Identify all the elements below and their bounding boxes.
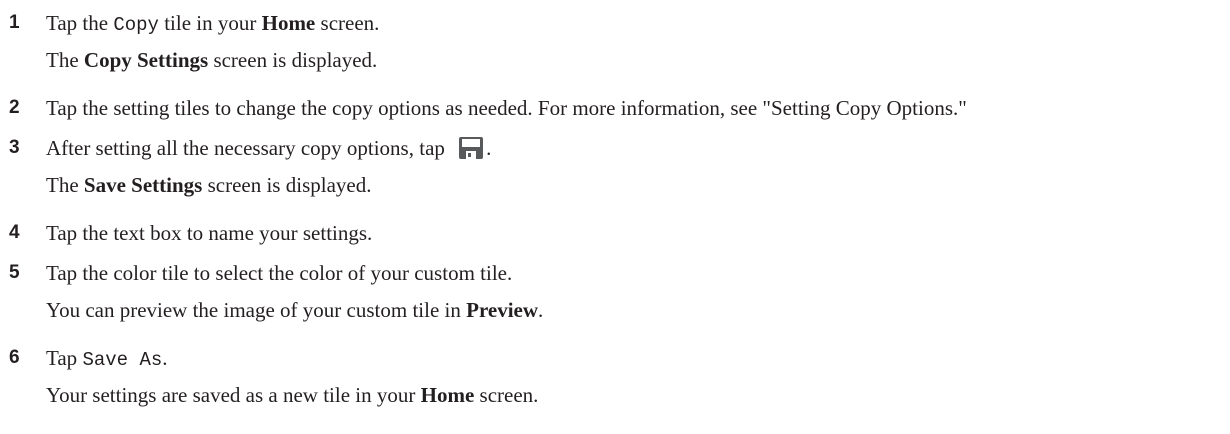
step-1-text-c: screen.	[315, 11, 380, 35]
step-number-3: 3	[9, 137, 20, 158]
step-1-result-a: The	[46, 48, 84, 72]
step-1-instruction: Tap the Copy tile in your Home screen.	[46, 10, 379, 38]
step-6-code-save-as: Save As	[82, 349, 163, 371]
step-3-result-bold: Save Settings	[83, 173, 203, 197]
step-6-text-a: Tap	[46, 346, 83, 370]
step-5-instruction: Tap the color tile to select the color o…	[46, 261, 513, 285]
step-6-result-bold: Home	[420, 383, 475, 407]
step-1-text-b: tile in your	[158, 11, 262, 35]
step-2-instruction: Tap the setting tiles to change the copy…	[46, 96, 967, 120]
step-number-4: 4	[9, 222, 20, 243]
step-6-text-b: .	[162, 346, 168, 370]
step-3-result-a: The	[46, 173, 84, 197]
step-6-result-a: Your settings are saved as a new tile in…	[46, 383, 421, 407]
step-1-code-copy: Copy	[113, 14, 159, 36]
step-1-result-bold: Copy Settings	[83, 48, 209, 72]
step-1-text-a: Tap the	[46, 11, 114, 35]
step-6-result: Your settings are saved as a new tile in…	[46, 382, 538, 408]
step-1-result-b: screen is displayed.	[208, 48, 378, 72]
step-number-6: 6	[9, 347, 20, 368]
step-number-2: 2	[9, 97, 20, 118]
step-3-instruction: After setting all the necessary copy opt…	[46, 135, 491, 161]
step-number-5: 5	[9, 262, 20, 283]
step-number-1: 1	[9, 12, 20, 33]
step-3-text-a: After setting all the necessary copy opt…	[46, 136, 451, 160]
step-1-result: The Copy Settings screen is displayed.	[46, 47, 377, 73]
step-3-result: The Save Settings screen is displayed.	[46, 172, 371, 198]
step-5-result-bold: Preview	[466, 298, 539, 322]
step-3-result-b: screen is displayed.	[202, 173, 372, 197]
step-5-result-a: You can preview the image of your custom…	[46, 298, 467, 322]
step-6-instruction: Tap Save As.	[46, 345, 168, 373]
instruction-document: 1 Tap the Copy tile in your Home screen.…	[0, 0, 1230, 434]
step-1-bold-home: Home	[261, 11, 316, 35]
save-icon	[458, 136, 484, 160]
step-5-result: You can preview the image of your custom…	[46, 297, 543, 323]
step-5-result-b: .	[538, 298, 544, 322]
step-3-text-b: .	[486, 136, 492, 160]
step-4-instruction: Tap the text box to name your settings.	[46, 221, 373, 245]
step-6-result-b: screen.	[474, 383, 539, 407]
